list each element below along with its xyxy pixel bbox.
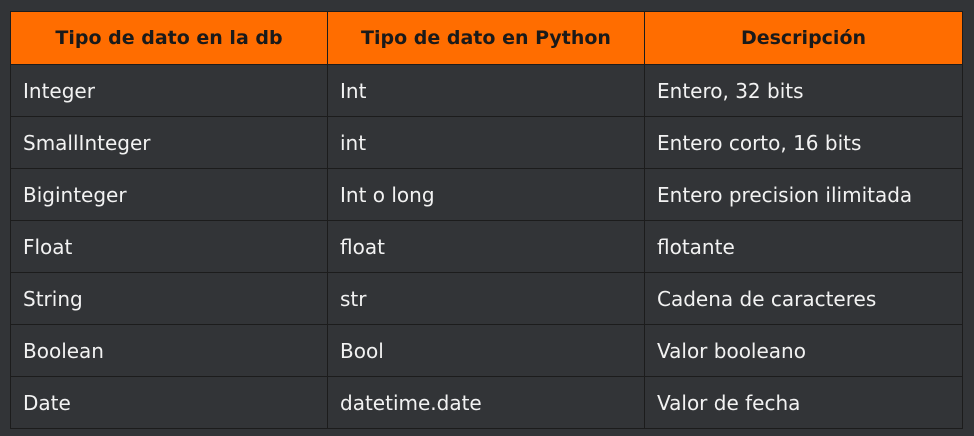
data-types-table: Tipo de dato en la db Tipo de dato en Py… <box>10 11 963 429</box>
table-row: Boolean Bool Valor booleano <box>10 324 963 377</box>
header-description: Descripción <box>644 11 963 65</box>
cell-db-type: String <box>10 272 328 325</box>
cell-description: Valor de fecha <box>644 376 963 429</box>
cell-db-type: Float <box>10 220 328 273</box>
cell-python-type: Int <box>327 64 645 117</box>
header-python-type: Tipo de dato en Python <box>327 11 645 65</box>
cell-python-type: Int o long <box>327 168 645 221</box>
table-row: SmallInteger int Entero corto, 16 bits <box>10 116 963 169</box>
cell-db-type: SmallInteger <box>10 116 328 169</box>
table-header: Tipo de dato en la db Tipo de dato en Py… <box>10 11 963 65</box>
table-row: Biginteger Int o long Entero precision i… <box>10 168 963 221</box>
header-db-type: Tipo de dato en la db <box>10 11 328 65</box>
cell-db-type: Biginteger <box>10 168 328 221</box>
cell-db-type: Integer <box>10 64 328 117</box>
data-types-table-container: Tipo de dato en la db Tipo de dato en Py… <box>10 11 963 429</box>
table-row: String str Cadena de caracteres <box>10 272 963 325</box>
cell-description: Valor booleano <box>644 324 963 377</box>
cell-description: Entero precision ilimitada <box>644 168 963 221</box>
cell-python-type: datetime.date <box>327 376 645 429</box>
table-row: Integer Int Entero, 32 bits <box>10 64 963 117</box>
cell-description: flotante <box>644 220 963 273</box>
header-row: Tipo de dato en la db Tipo de dato en Py… <box>10 11 963 65</box>
cell-python-type: str <box>327 272 645 325</box>
table-row: Float float flotante <box>10 220 963 273</box>
table-row: Date datetime.date Valor de fecha <box>10 376 963 429</box>
cell-python-type: int <box>327 116 645 169</box>
cell-description: Entero, 32 bits <box>644 64 963 117</box>
table-body: Integer Int Entero, 32 bits SmallInteger… <box>10 64 963 429</box>
cell-description: Entero corto, 16 bits <box>644 116 963 169</box>
cell-description: Cadena de caracteres <box>644 272 963 325</box>
cell-db-type: Boolean <box>10 324 328 377</box>
cell-python-type: float <box>327 220 645 273</box>
cell-python-type: Bool <box>327 324 645 377</box>
cell-db-type: Date <box>10 376 328 429</box>
